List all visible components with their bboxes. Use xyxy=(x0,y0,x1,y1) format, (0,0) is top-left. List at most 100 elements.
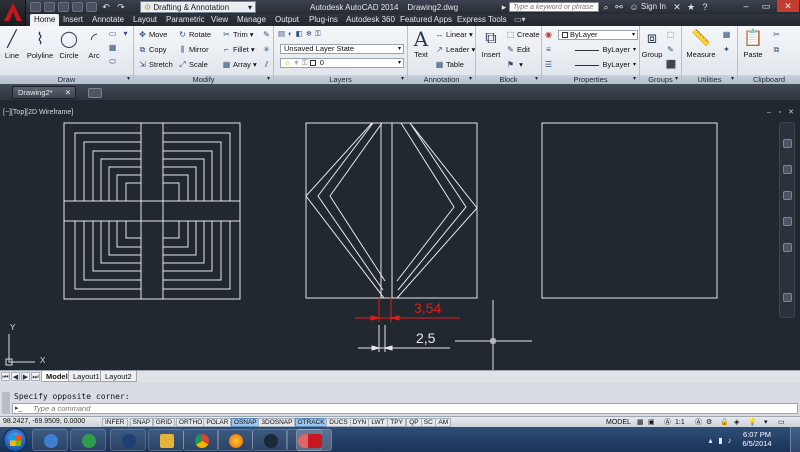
tab-home[interactable]: Home xyxy=(30,14,60,26)
linear-dimension-button[interactable]: ↔ Linear ▾ xyxy=(435,30,473,40)
layer-properties-icon[interactable]: ▤ xyxy=(278,29,288,38)
minimize-button[interactable]: – xyxy=(737,0,755,12)
color-dropdown[interactable]: ByLayer ▾ xyxy=(558,30,638,40)
block-attributes-button[interactable]: ⚑ ▾ xyxy=(506,60,523,70)
status-toggle-3dosnap[interactable]: 3DOSNAP xyxy=(258,418,296,427)
tab-express-tools[interactable]: Express Tools xyxy=(457,14,507,26)
ribbon-minimize-icon[interactable]: ▭▾ xyxy=(514,14,526,26)
status-toggle-grid[interactable]: GRID xyxy=(152,418,175,427)
new-file-icon[interactable] xyxy=(30,2,41,12)
plot-icon[interactable] xyxy=(86,2,97,12)
table-button[interactable]: ▦ Table xyxy=(435,60,464,70)
tab-plug-ins[interactable]: Plug-ins xyxy=(309,14,338,26)
help-icon[interactable]: ? xyxy=(700,2,710,12)
properties-panel-label[interactable]: Properties ▾ xyxy=(542,75,639,84)
copy-clip-icon[interactable]: ⧉ xyxy=(772,45,783,55)
taskbar-chrome[interactable] xyxy=(183,429,219,451)
layer-off-icon[interactable]: ◐ xyxy=(288,29,296,38)
array-button[interactable]: ▦ Array ▾ xyxy=(222,60,257,70)
tab-featured-apps[interactable]: Featured Apps xyxy=(400,14,452,26)
paste-button[interactable]: 📋 Paste xyxy=(740,29,766,59)
cut-icon[interactable]: ✂ xyxy=(772,30,783,40)
block-panel-label[interactable]: Block ▾ xyxy=(476,75,541,84)
scale-button[interactable]: ⤢ Scale xyxy=(178,60,207,70)
tab-autodesk-360[interactable]: Autodesk 360 xyxy=(346,14,395,26)
layer-lock-icon[interactable]: ⚿ xyxy=(315,29,324,38)
model-space-button[interactable]: MODEL xyxy=(606,418,631,427)
arc-button[interactable]: ◜ Arc xyxy=(83,30,105,60)
offset-icon[interactable]: ⫽ xyxy=(262,60,273,70)
quick-calc-icon[interactable]: ▦ xyxy=(722,30,733,40)
close-icon[interactable]: ✕ xyxy=(65,87,71,98)
pan-icon[interactable] xyxy=(783,165,792,174)
viewport-controls-label[interactable]: [−][Top][2D Wireframe] xyxy=(3,109,73,116)
insert-block-button[interactable]: ⧉ Insert xyxy=(479,29,503,59)
ungroup-icon[interactable]: ⬚ xyxy=(666,30,677,40)
status-toggle-lwt[interactable]: LWT xyxy=(368,418,388,427)
trim-button[interactable]: ✂ Trim ▾ xyxy=(222,30,253,40)
taskbar-folder[interactable] xyxy=(148,429,184,451)
status-toggle-sc[interactable]: SC xyxy=(420,418,436,427)
drawing-canvas[interactable]: Y X [−][Top][2D Wireframe] – ▫ ✕ 3,54 2,… xyxy=(0,100,800,378)
move-button[interactable]: ✥ Move xyxy=(138,30,167,40)
next-layout-icon[interactable]: ▶ xyxy=(21,372,30,381)
application-menu-button[interactable] xyxy=(0,0,26,26)
taskbar-firefox[interactable] xyxy=(217,429,253,451)
group-select-icon[interactable]: ⬛ xyxy=(666,60,677,70)
stretch-button[interactable]: ⇲ Stretch xyxy=(138,60,173,70)
lock-icon[interactable]: 🔒 xyxy=(720,418,729,427)
maximize-button[interactable]: ▭ xyxy=(757,0,775,12)
utilities-panel-label[interactable]: Utilities ▾ xyxy=(682,75,737,84)
sign-in-link[interactable]: Sign In xyxy=(641,2,666,11)
status-toggle-ducs[interactable]: DUCS xyxy=(326,418,351,427)
hatch-icon[interactable]: ▦ xyxy=(108,43,119,53)
tab-manage[interactable]: Manage xyxy=(237,14,266,26)
first-layout-icon[interactable]: ⏮ xyxy=(1,372,10,381)
orbit-icon[interactable] xyxy=(783,217,792,226)
layout-tab-layout2[interactable]: Layout2 xyxy=(100,371,137,382)
group-edit-icon[interactable]: ✎ xyxy=(666,45,677,55)
status-toggle-am[interactable]: AM xyxy=(435,418,452,427)
navbar-options-icon[interactable] xyxy=(783,293,792,302)
match-properties-icon[interactable]: ◉ xyxy=(544,30,555,40)
copy-button[interactable]: ⧉ Copy xyxy=(138,45,167,55)
draw-dropdown-icon[interactable]: ▾ xyxy=(121,29,132,39)
measure-button[interactable]: 📏 Measure xyxy=(686,29,716,59)
line-button[interactable]: ╱ Line xyxy=(2,30,22,60)
status-toggle-dyn[interactable]: DYN xyxy=(349,418,370,427)
annotation-scale-icon[interactable]: Ⓐ xyxy=(664,418,671,427)
modify-panel-label[interactable]: Modify ▾ xyxy=(134,75,273,84)
fillet-button[interactable]: ⌐ Fillet ▾ xyxy=(222,45,255,55)
showmotion-icon[interactable] xyxy=(783,243,792,252)
hardware-acceleration-icon[interactable]: ◈ xyxy=(734,418,739,427)
draw-panel-label[interactable]: Draw ▾ xyxy=(0,75,133,84)
exchange-icon[interactable]: ✕ xyxy=(672,2,682,12)
clipboard-panel-label[interactable]: Clipboard xyxy=(738,75,800,84)
status-toggle-tpy[interactable]: TPY xyxy=(387,418,406,427)
rectangle-icon[interactable]: ▭ xyxy=(108,29,119,39)
taskbar-steam[interactable] xyxy=(252,429,288,451)
system-clock[interactable]: 6:07 PM 6/5/2014 xyxy=(733,430,781,448)
taskbar-autocad[interactable] xyxy=(296,429,332,451)
last-layout-icon[interactable]: ⏭ xyxy=(31,372,40,381)
lineweight-dropdown[interactable]: ByLayer ▾ xyxy=(558,45,638,55)
user-icon[interactable]: ☺ xyxy=(629,2,639,12)
close-button[interactable]: ✕ xyxy=(777,0,799,12)
command-input[interactable] xyxy=(33,404,733,413)
polyline-button[interactable]: ⌇ Polyline xyxy=(25,30,55,60)
viewport-restore-icon[interactable]: ▫ xyxy=(776,109,784,117)
viewport-close-icon[interactable]: ✕ xyxy=(787,109,795,117)
rotate-button[interactable]: ↻ Rotate xyxy=(178,30,211,40)
workspace-selector[interactable]: ⚙ Drafting & Annotation ▾ xyxy=(140,1,256,13)
dimension-text-red[interactable]: 3,54 xyxy=(414,300,441,316)
annotation-visibility-icon[interactable]: Ⓐ xyxy=(695,418,702,427)
annotation-scale-value[interactable]: 1:1 xyxy=(675,418,685,427)
layers-panel-label[interactable]: Layers ▾ xyxy=(274,75,407,84)
tray-expand-icon[interactable]: ▴ xyxy=(706,436,715,445)
status-toggle-ortho[interactable]: ORTHO xyxy=(175,418,206,427)
redo-icon[interactable]: ↷ xyxy=(116,2,126,12)
lineweight-icon[interactable]: ≡ xyxy=(544,45,555,55)
layer-isolate-icon[interactable]: ◧ xyxy=(296,29,306,38)
ellipse-icon[interactable]: ⬭ xyxy=(108,57,119,67)
linetype-dropdown[interactable]: ByLayer ▾ xyxy=(558,60,638,70)
